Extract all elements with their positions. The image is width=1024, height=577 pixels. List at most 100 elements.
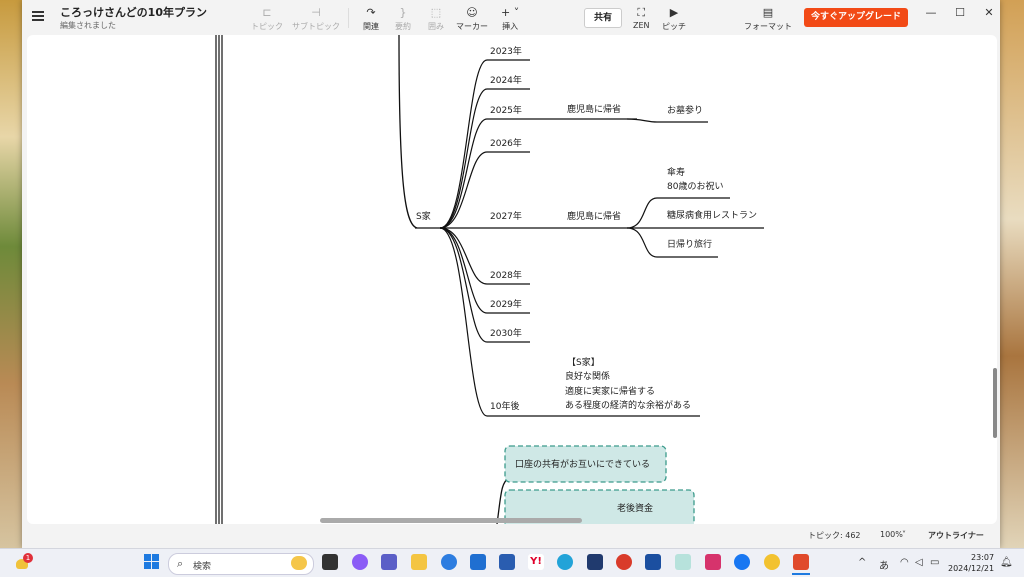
outliner-button[interactable]: アウトライナー: [928, 530, 984, 541]
teams-icon[interactable]: [381, 554, 397, 570]
search-placeholder: 検索: [193, 562, 212, 572]
chevron-down-icon[interactable]: ˅: [902, 530, 906, 539]
grandchild-topic[interactable]: 傘寿: [667, 166, 685, 178]
edge-icon[interactable]: [441, 554, 457, 570]
year-topic[interactable]: 2026年: [490, 137, 522, 149]
active-app-indicator: [792, 573, 810, 575]
weather-widget-icon[interactable]: 1: [14, 553, 33, 571]
note-line[interactable]: ある程度の経済的な余裕がある: [565, 399, 691, 411]
task-view-icon[interactable]: [322, 554, 338, 570]
clock-time: 23:07: [971, 553, 995, 562]
grandchild-topic[interactable]: 糖尿病食用レストラン: [667, 209, 757, 221]
app-e-icon[interactable]: [587, 554, 603, 570]
play-icon: ▶: [669, 6, 679, 19]
minimize-icon[interactable]: —: [924, 6, 938, 19]
relation-icon: ↷: [366, 6, 376, 19]
xmind-icon[interactable]: [793, 554, 809, 570]
clock[interactable]: 23:07 2024/12/21: [948, 552, 994, 574]
app-m-icon[interactable]: [645, 554, 661, 570]
grandchild-topic[interactable]: 日帰り旅行: [667, 238, 712, 250]
windows-start-icon[interactable]: [144, 554, 160, 570]
bell-icon[interactable]: 🔔︎: [1000, 557, 1013, 568]
search-icon: ⌕: [177, 557, 184, 570]
app-red-icon[interactable]: [616, 554, 632, 570]
maximize-icon[interactable]: ☐: [953, 6, 967, 19]
taskbar-search-box[interactable]: ⌕ 検索: [168, 553, 314, 575]
box-label: 口座の共有がお互いにできている: [515, 458, 650, 470]
notification-badge: 1: [23, 553, 33, 563]
instagram-icon[interactable]: [705, 554, 721, 570]
chrome-icon[interactable]: [557, 554, 573, 570]
root-topic[interactable]: S家: [416, 210, 431, 222]
format-button[interactable]: ▤ フォーマット: [744, 6, 792, 32]
app-window: ころっけさんどの10年プラン 編集されました ⊏ トピック ⊣ サブトピック ↷…: [22, 0, 1000, 548]
clock-date: 2024/12/21: [948, 564, 995, 573]
grandchild-topic[interactable]: 80歳のお祝い: [667, 180, 723, 192]
topic-count: トピック: 462: [808, 531, 861, 540]
wifi-icon[interactable]: ◠: [900, 557, 909, 568]
zen-button[interactable]: ⛶ ZEN: [633, 6, 650, 30]
summary-icon: }: [399, 6, 407, 19]
topic-button[interactable]: ⊏ トピック: [251, 6, 283, 32]
document-title: ころっけさんどの10年プラン: [60, 6, 207, 19]
upgrade-button[interactable]: 今すぐアップグレード: [804, 8, 908, 27]
year-topic[interactable]: 2023年: [490, 45, 522, 57]
pitch-button[interactable]: ▶ ピッチ: [662, 6, 686, 32]
subtopic-button[interactable]: ⊣ サブトピック: [292, 6, 340, 32]
zoom-level[interactable]: 100%: [880, 530, 903, 539]
smiley-icon: ☺: [466, 6, 478, 19]
copilot-icon[interactable]: [352, 554, 368, 570]
ime-indicator[interactable]: あ: [879, 557, 889, 572]
close-icon[interactable]: ✕: [982, 6, 996, 19]
note-line[interactable]: 良好な関係: [565, 370, 610, 382]
share-button[interactable]: 共有: [584, 8, 622, 28]
box-label: 老後資金: [617, 502, 653, 514]
branch-2025-children: [557, 118, 708, 123]
subtopic-icon: ⊣: [311, 6, 321, 19]
topic-icon: ⊏: [262, 6, 272, 19]
year-topic[interactable]: 10年後: [490, 400, 519, 412]
marker-button[interactable]: ☺ マーカー: [456, 6, 488, 32]
horizontal-scrollbar[interactable]: [320, 518, 582, 523]
root-connector: [398, 35, 418, 229]
relation-button[interactable]: ↷ 関連: [363, 6, 379, 32]
toolbar-divider: [348, 8, 349, 28]
yahoo-icon[interactable]: Y!: [528, 554, 544, 570]
app-check-icon[interactable]: [764, 554, 780, 570]
title-bar: ころっけさんどの10年プラン 編集されました ⊏ トピック ⊣ サブトピック ↷…: [22, 0, 1000, 36]
insert-button[interactable]: + ˅ 挿入: [501, 6, 519, 32]
desktop-wallpaper-left: [0, 0, 22, 548]
app-snip-icon[interactable]: [675, 554, 691, 570]
store-icon[interactable]: [499, 554, 515, 570]
branch-2027-children: [557, 197, 764, 258]
note-line[interactable]: 【S家】: [567, 356, 600, 368]
facebook-icon[interactable]: [734, 554, 750, 570]
desktop-wallpaper-right: [1000, 0, 1024, 548]
taskbar: 1 ⌕ 検索 Y! ^ あ ◠ ◁ ▭ 23:07 2024/12/21 🔔︎: [0, 548, 1024, 577]
speaker-icon[interactable]: ◁: [915, 557, 923, 568]
year-topic[interactable]: 2029年: [490, 298, 522, 310]
battery-icon[interactable]: ▭: [930, 557, 939, 568]
year-topic[interactable]: 2025年: [490, 104, 522, 116]
child-topic[interactable]: 鹿児島に帰省: [567, 103, 621, 115]
grandchild-topic[interactable]: お墓参り: [667, 104, 703, 116]
child-topic[interactable]: 鹿児島に帰省: [567, 210, 621, 222]
year-topic[interactable]: 2027年: [490, 210, 522, 222]
note-line[interactable]: 適度に実家に帰省する: [565, 385, 655, 397]
boundary-button[interactable]: ⬚ 囲み: [428, 6, 444, 32]
summary-button[interactable]: } 要約: [395, 6, 411, 32]
year-topic[interactable]: 2028年: [490, 269, 522, 281]
plus-icon: + ˅: [501, 6, 520, 19]
vertical-scrollbar[interactable]: [993, 368, 997, 438]
mail-icon[interactable]: [470, 554, 486, 570]
mindmap-canvas[interactable]: S家 2023年 2024年 2025年 2026年 2027年 2028年 2…: [27, 35, 997, 524]
hamburger-menu-icon[interactable]: [32, 11, 44, 21]
status-bar: トピック: 462 100% ˅ アウトライナー: [22, 524, 1000, 548]
file-explorer-icon[interactable]: [411, 554, 427, 570]
search-highlight-icon: [291, 556, 307, 570]
year-topic[interactable]: 2024年: [490, 74, 522, 86]
zen-icon: ⛶: [637, 6, 646, 19]
save-status: 編集されました: [60, 21, 116, 30]
chevron-up-icon[interactable]: ^: [858, 557, 866, 568]
year-topic[interactable]: 2030年: [490, 327, 522, 339]
